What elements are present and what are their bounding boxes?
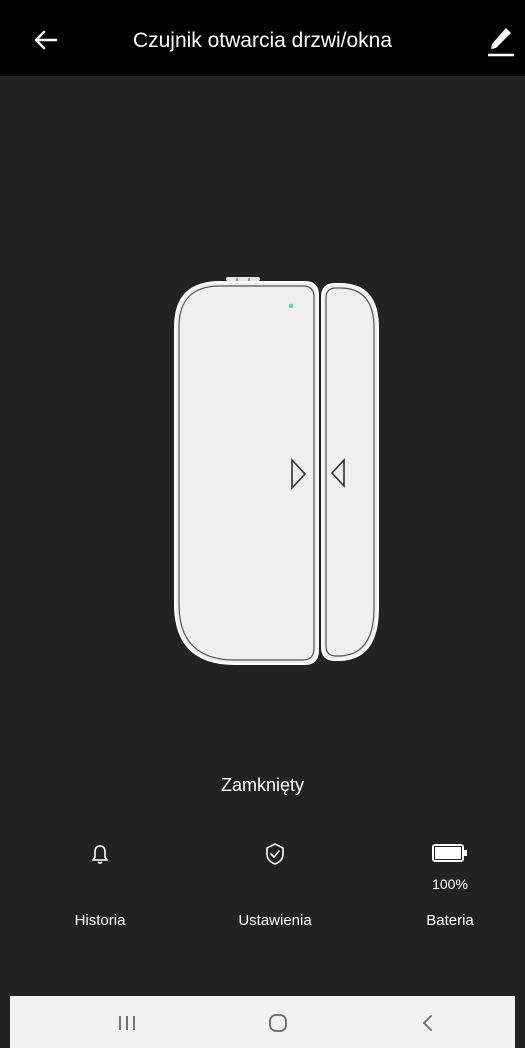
- battery-icon: [432, 844, 467, 862]
- sensor-magnet-body: [321, 283, 379, 661]
- app-bar: Czujnik otwarcia drzwi/okna: [0, 0, 525, 76]
- page-title: Czujnik otwarcia drzwi/okna: [132, 29, 393, 52]
- battery-fill: [435, 847, 461, 859]
- settings-label: Ustawienia: [238, 912, 312, 929]
- pencil-icon: [488, 28, 514, 57]
- recent-apps-icon: [119, 1016, 135, 1030]
- system-back-button[interactable]: [408, 1010, 448, 1036]
- sensor-illustration: [160, 270, 390, 680]
- bell-icon: [92, 845, 108, 864]
- home-icon: [269, 1014, 287, 1032]
- battery-value: 100%: [432, 876, 468, 892]
- history-button[interactable]: Historia: [25, 836, 175, 946]
- settings-button[interactable]: Ustawienia: [200, 836, 350, 946]
- arrow-left-icon: [34, 30, 58, 50]
- sensor-notch: [226, 277, 260, 281]
- back-button[interactable]: [32, 26, 60, 54]
- device-screen: Czujnik otwarcia drzwi/okna Zamknięty Hi…: [0, 0, 525, 1048]
- battery-button[interactable]: 100% Bateria: [375, 836, 525, 946]
- chevron-left-icon: [423, 1015, 432, 1031]
- sensor-main-body: [174, 281, 319, 665]
- recent-apps-button[interactable]: [107, 1010, 147, 1036]
- home-button[interactable]: [258, 1010, 298, 1036]
- sensor-status: Zamknięty: [220, 775, 305, 795]
- battery-label: Bateria: [426, 912, 474, 929]
- edit-button[interactable]: [486, 24, 516, 58]
- history-label: Historia: [74, 912, 126, 929]
- system-nav-bar: [10, 996, 515, 1048]
- sensor-led: [288, 303, 294, 309]
- shield-check-icon: [266, 843, 284, 865]
